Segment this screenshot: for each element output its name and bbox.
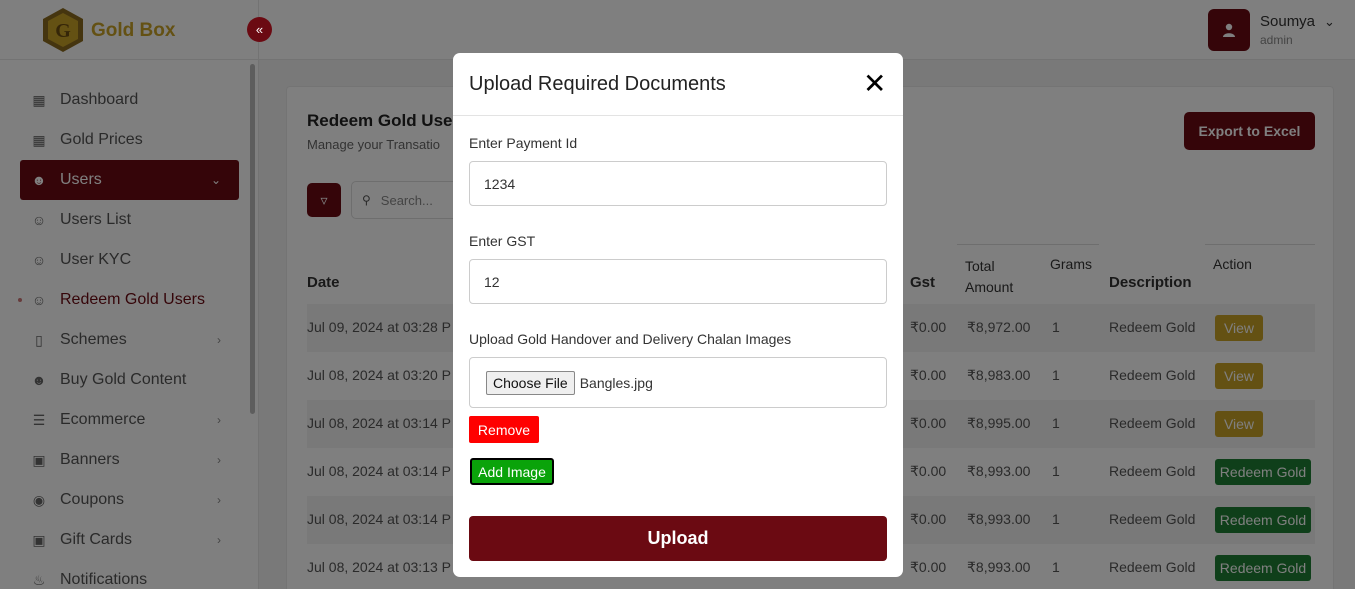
payment-id-label: Enter Payment Id bbox=[469, 135, 578, 151]
upload-documents-modal: Upload Required Documents ✕ Enter Paymen… bbox=[453, 53, 903, 577]
double-chevron-left-icon: « bbox=[255, 22, 264, 37]
images-label: Upload Gold Handover and Delivery Chalan… bbox=[469, 331, 792, 347]
collapse-sidebar-button[interactable]: « bbox=[247, 17, 272, 42]
payment-id-input[interactable]: 1234 bbox=[469, 161, 887, 206]
close-icon[interactable]: ✕ bbox=[863, 70, 886, 98]
file-name: Bangles.jpg bbox=[579, 374, 653, 391]
file-input[interactable]: Choose File Bangles.jpg bbox=[469, 357, 887, 408]
choose-file-button[interactable]: Choose File bbox=[486, 370, 575, 395]
modal-title: Upload Required Documents bbox=[469, 73, 726, 95]
upload-button[interactable]: Upload bbox=[469, 516, 887, 561]
remove-button[interactable]: Remove bbox=[469, 416, 539, 443]
page-edge bbox=[1355, 0, 1360, 589]
gst-input[interactable]: 12 bbox=[469, 259, 887, 304]
gst-label: Enter GST bbox=[469, 233, 536, 249]
modal-header: Upload Required Documents ✕ bbox=[453, 53, 903, 116]
add-image-button[interactable]: Add Image bbox=[470, 458, 554, 485]
